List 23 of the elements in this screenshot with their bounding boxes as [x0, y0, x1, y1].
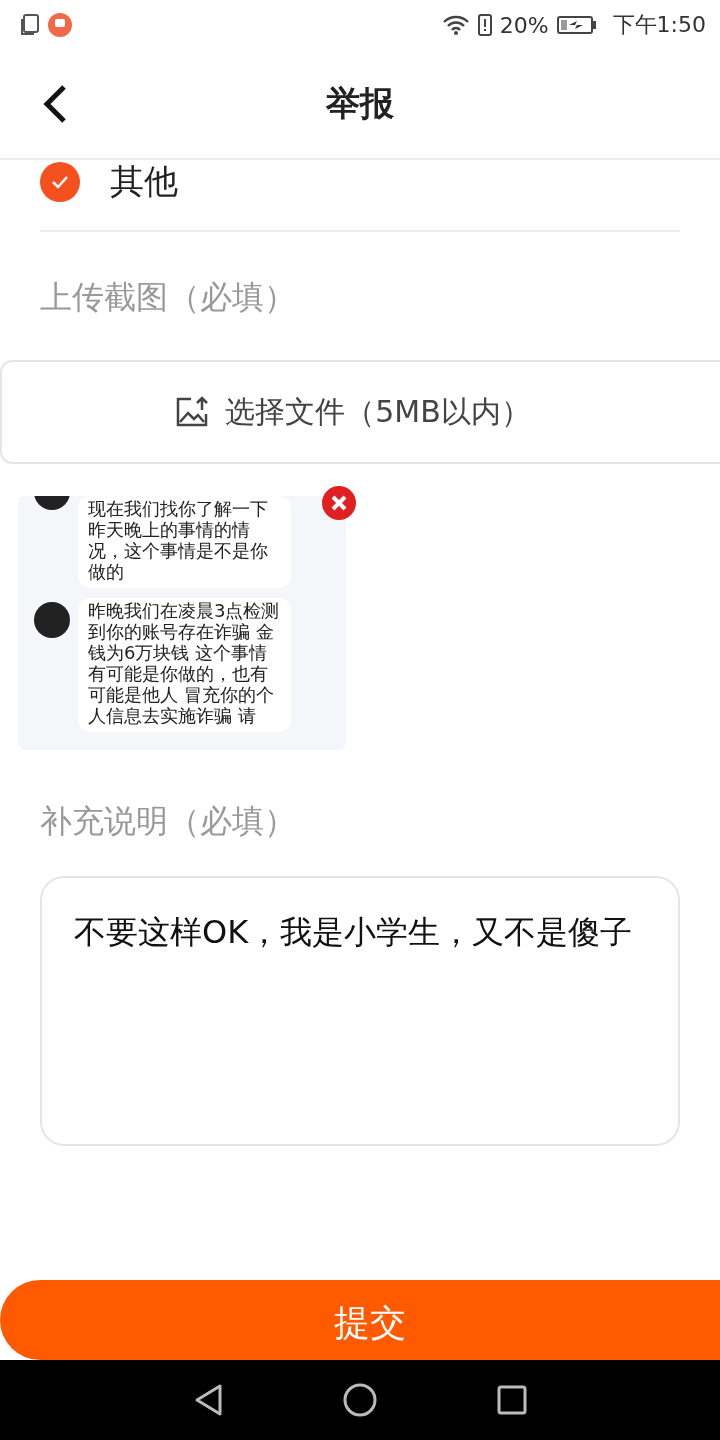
- checkmark-icon: [50, 174, 70, 190]
- chat-bubble: 昨晚我们在凌晨3点检测到你的账号存在诈骗 金钱为6万块钱 这个事情有可能是你做的，也有可能是他人 冒充你的个人信息去实施诈骗 请: [78, 598, 291, 732]
- home-nav-icon[interactable]: [343, 1383, 377, 1417]
- option-label: 其他: [110, 160, 178, 203]
- close-button[interactable]: [322, 486, 356, 520]
- chat-bubble: 现在我们找你了解一下昨天晚上的事情的情况，这个事情是不是你做的: [78, 496, 291, 588]
- close-icon: [331, 495, 347, 511]
- avatar-icon: [34, 602, 70, 638]
- back-nav-icon[interactable]: [193, 1383, 223, 1417]
- option-checkbox[interactable]: [40, 162, 80, 202]
- document-icon: [20, 14, 40, 36]
- choose-file-button[interactable]: 选择文件（5MB以内）: [0, 360, 720, 464]
- battery-percent: 20%: [499, 12, 549, 38]
- section-label: 补充说明（必填）: [40, 801, 297, 842]
- wifi-icon: [441, 14, 470, 36]
- recents-nav-icon[interactable]: [497, 1385, 527, 1415]
- description-field[interactable]: 不要这样OK，我是小学生，又不是傻子: [40, 876, 680, 1146]
- sim-alert-icon: [477, 14, 492, 36]
- status-time: 下午1:50: [612, 11, 706, 39]
- page-title: 举报: [326, 82, 394, 125]
- battery-charging-icon: [556, 15, 597, 35]
- section-label: 上传截图（必填）: [40, 277, 297, 318]
- app-icon: [48, 13, 72, 37]
